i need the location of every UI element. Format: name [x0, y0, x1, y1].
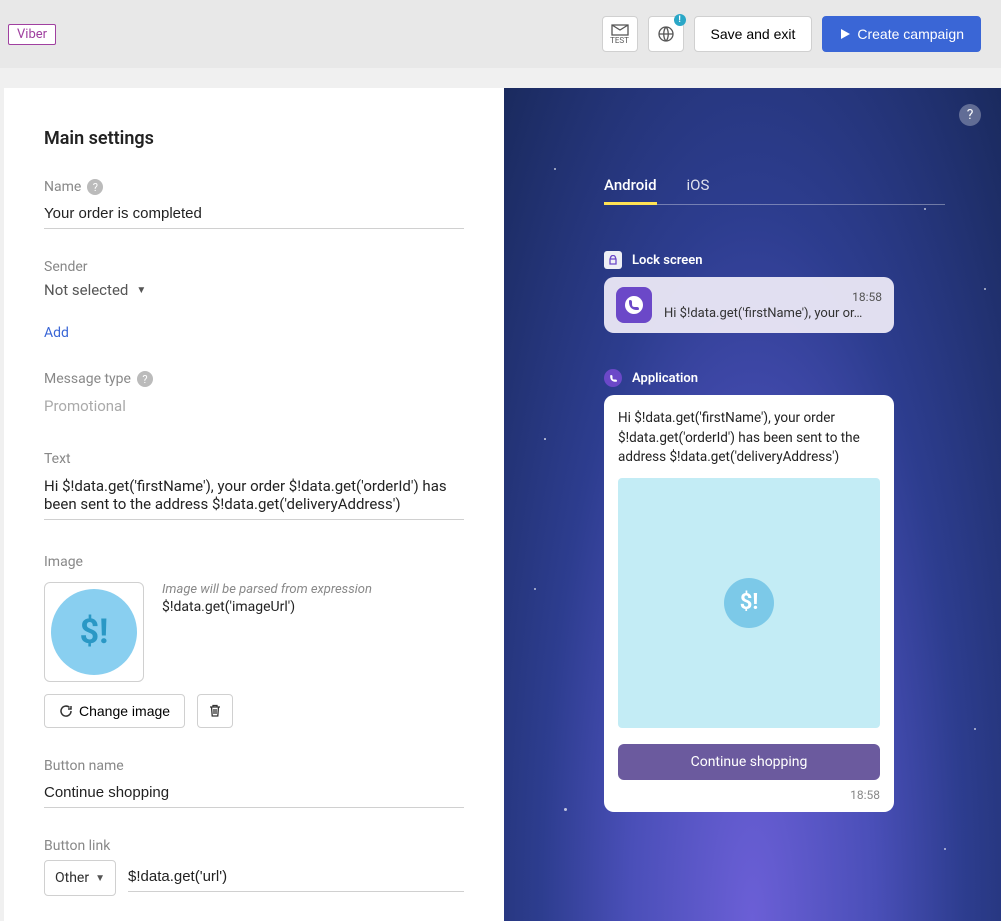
- tab-android[interactable]: Android: [604, 176, 657, 205]
- header-actions: TEST ! Save and exit Create campaign: [602, 16, 981, 52]
- name-field: Name?: [44, 179, 464, 229]
- text-input[interactable]: Hi $!data.get('firstName'), your order $…: [44, 473, 464, 520]
- message-preview: Hi $!data.get('firstName'), your order $…: [604, 395, 894, 812]
- msgtype-value: Promotional: [44, 393, 464, 421]
- application-label: Application: [604, 369, 945, 387]
- globe-icon: [657, 25, 675, 43]
- viber-app-icon: [604, 369, 622, 387]
- notification-time: 18:58: [664, 290, 882, 304]
- trash-icon: [208, 704, 222, 718]
- notification-text: Hi $!data.get('firstName'), your or…: [664, 306, 882, 321]
- sender-select[interactable]: Not selected ▼: [44, 281, 464, 305]
- image-thumbnail: $!: [44, 582, 144, 682]
- dollar-placeholder-icon: $!: [724, 578, 774, 628]
- help-icon[interactable]: ?: [87, 179, 103, 195]
- lock-notification: 18:58 Hi $!data.get('firstName'), your o…: [604, 277, 894, 333]
- settings-panel: Main settings Name? Sender Not selected …: [4, 88, 504, 921]
- channel-tag: Viber: [8, 24, 56, 45]
- globe-button[interactable]: !: [648, 16, 684, 52]
- button-name-input[interactable]: [44, 780, 464, 808]
- text-field: Text Hi $!data.get('firstName'), your or…: [44, 451, 464, 524]
- section-title: Main settings: [44, 128, 464, 149]
- image-field: Image $! Image will be parsed from expre…: [44, 554, 464, 728]
- refresh-icon: [59, 704, 73, 718]
- envelope-icon: [611, 24, 629, 36]
- play-icon: [839, 28, 851, 40]
- link-input[interactable]: [128, 864, 464, 892]
- preview-panel: ? Android iOS Lock screen 18:58 Hi $!dat…: [504, 88, 1001, 921]
- chevron-down-icon: ▼: [136, 285, 146, 296]
- name-input[interactable]: [44, 201, 464, 229]
- msgtype-field: Message type? Promotional: [44, 371, 464, 421]
- change-image-button[interactable]: Change image: [44, 694, 185, 728]
- lock-screen-label: Lock screen: [604, 251, 945, 269]
- tab-ios[interactable]: iOS: [687, 176, 710, 204]
- header: Viber TEST ! Save and exit Create campai…: [0, 0, 1001, 68]
- image-expression: $!data.get('imageUrl'): [162, 599, 372, 615]
- sender-field: Sender Not selected ▼: [44, 259, 464, 305]
- delete-image-button[interactable]: [197, 694, 233, 728]
- preview-help-icon[interactable]: ?: [959, 104, 981, 126]
- button-link-field: Button link Other ▼: [44, 838, 464, 896]
- button-name-field: Button name: [44, 758, 464, 808]
- add-sender-link[interactable]: Add: [44, 325, 69, 341]
- test-button[interactable]: TEST: [602, 16, 638, 52]
- chevron-down-icon: ▼: [95, 873, 105, 884]
- message-image: $!: [618, 478, 880, 728]
- link-type-select[interactable]: Other ▼: [44, 860, 116, 896]
- message-button[interactable]: Continue shopping: [618, 744, 880, 780]
- dollar-placeholder-icon: $!: [51, 589, 137, 675]
- lock-icon: [604, 251, 622, 269]
- help-icon[interactable]: ?: [137, 371, 153, 387]
- alert-badge-icon: !: [674, 14, 686, 26]
- message-text: Hi $!data.get('firstName'), your order $…: [618, 409, 880, 468]
- preview-tabs: Android iOS: [604, 176, 945, 205]
- message-time: 18:58: [618, 788, 880, 802]
- save-exit-button[interactable]: Save and exit: [694, 16, 813, 52]
- viber-app-icon: [616, 287, 652, 323]
- create-campaign-button[interactable]: Create campaign: [822, 16, 981, 52]
- image-note: Image will be parsed from expression: [162, 582, 372, 597]
